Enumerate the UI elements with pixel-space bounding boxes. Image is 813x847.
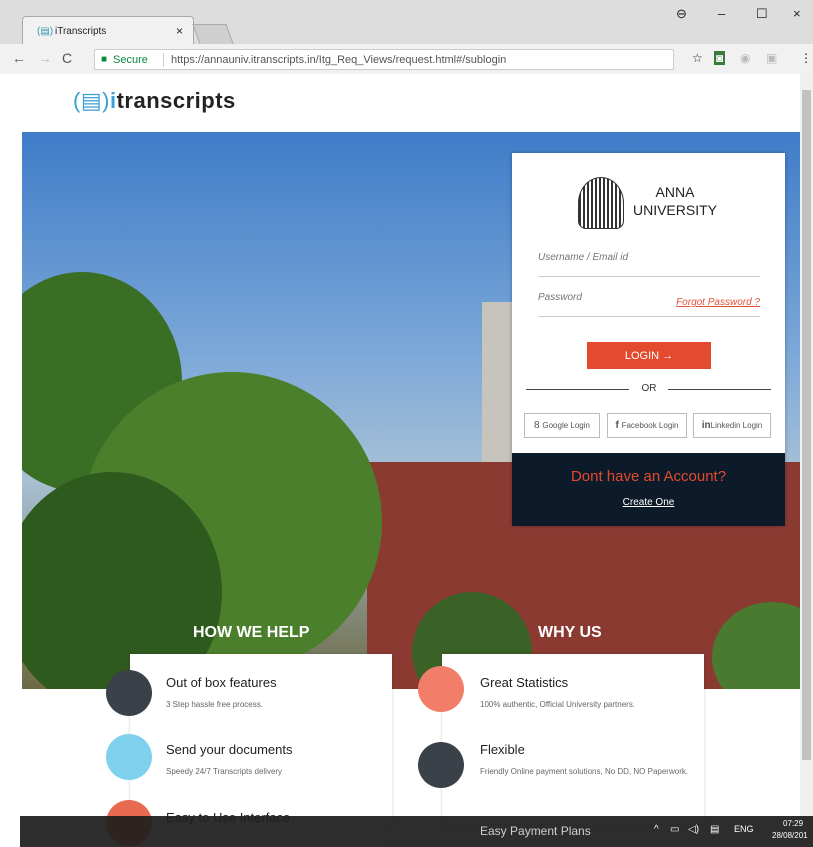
site-header: (▤)itranscripts [0,74,800,132]
url-bar[interactable]: ■ Secure https://annauniv.itranscripts.i… [94,49,674,70]
password-field[interactable]: Forgot Password ? [538,291,760,317]
scrollbar[interactable] [800,74,813,824]
scrollbar-thumb[interactable] [802,90,811,760]
extension-3-icon[interactable]: ▣ [766,51,777,65]
feature-desc: 100% authentic, Official University part… [480,700,636,709]
feature-desc: 3 Step hassle free process. [166,700,263,709]
linkedin-login-button[interactable]: inLinkedin Login [693,413,771,438]
volume-icon[interactable]: ◁) [688,824,699,835]
no-account-text: Dont have an Account? [570,468,727,485]
google-login-button[interactable]: 8 Google Login [524,413,600,438]
feature-title: Flexible [480,742,525,757]
taskbar: Easy Payment Plans ^ ▭ ◁) ▤ ENG 07:29 28… [20,816,813,847]
close-window-button[interactable]: × [793,6,801,21]
login-card: ANNA UNIVERSITY Forgot Password ? LOGIN … [512,153,785,526]
feature-title: Great Statistics [480,675,569,690]
feature-title: Send your documents [166,742,293,757]
notification-icon[interactable]: ▤ [710,824,719,835]
feature-desc: Friendly Online payment solutions, No DD… [480,767,689,776]
secure-label: Secure [113,54,148,66]
feature-desc: Speedy 24/7 Transcripts delivery [166,767,283,776]
linkedin-icon: in [701,420,711,431]
create-account-link[interactable]: Create One [512,497,785,508]
feature-title: Easy Payment Plans [480,824,591,838]
university-name: ANNA UNIVERSITY [632,184,717,218]
username-input[interactable] [538,252,678,263]
minimize-button[interactable]: – [718,6,725,21]
statistics-icon [418,666,464,712]
anna-university-emblem-icon [578,177,624,229]
facebook-login-button[interactable]: f Facebook Login [607,413,687,438]
maximize-button[interactable]: ☐ [756,6,768,22]
language-indicator[interactable]: ENG [734,824,754,834]
itranscripts-logo[interactable]: (▤)itranscripts [73,88,236,114]
document-send-icon [106,734,152,780]
or-divider-right [668,389,771,390]
feature-title: Out of box features [166,675,277,690]
reload-icon[interactable]: C [62,50,72,66]
username-field[interactable] [538,251,760,277]
tab-bar: (▤) iTranscripts × ⊖ – ☐ × [0,0,813,44]
password-input[interactable] [538,292,678,303]
bird-icon [418,742,464,788]
new-tab-button[interactable] [192,24,234,44]
menu-icon[interactable]: ⋮ [800,51,812,65]
signup-panel: Dont have an Account? Create One [512,453,785,526]
how-we-help-heading: HOW WE HELP [193,624,310,641]
browser-tab[interactable]: (▤) iTranscripts × [22,16,194,44]
forgot-password-link[interactable]: Forgot Password ? [676,297,760,308]
tray-up-icon[interactable]: ^ [654,824,659,835]
forward-icon[interactable]: → [38,50,52,66]
back-icon[interactable]: ← [12,50,26,66]
lock-icon: ■ [101,54,108,65]
extension-icon[interactable]: ◙ [714,51,726,65]
clock-date[interactable]: 28/08/201 [772,831,808,840]
login-button[interactable]: LOGIN → [587,342,711,369]
url-separator [163,53,164,67]
clock-time[interactable]: 07:29 [783,819,803,828]
extension-2-icon[interactable]: ◉ [740,51,750,65]
favicon-icon: (▤) [37,26,54,37]
document-icon: ▤ [80,88,103,113]
address-bar-row: ← → C ■ Secure https://annauniv.itranscr… [0,44,813,74]
why-us-heading: WHY US [538,624,602,641]
box-icon [106,670,152,716]
tab-title: iTranscripts [55,26,107,37]
profile-icon[interactable]: ⊖ [676,6,687,22]
star-icon[interactable]: ☆ [692,51,703,65]
url-text[interactable]: https://annauniv.itranscripts.in/Itg_Req… [171,54,506,66]
tab-close-icon[interactable]: × [176,24,183,38]
network-icon[interactable]: ▭ [670,824,679,835]
